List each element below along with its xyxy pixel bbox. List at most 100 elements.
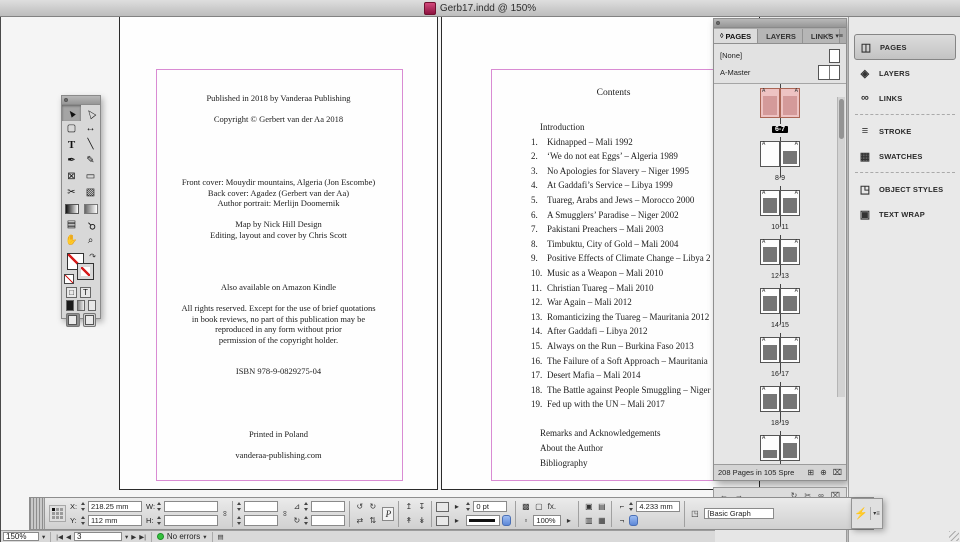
stroke-style-stepper[interactable]	[502, 515, 511, 526]
type-tool[interactable]: T	[62, 137, 81, 153]
corner-radius-stepper[interactable]	[629, 502, 634, 511]
rotate-cw-icon[interactable]: ↻	[367, 501, 378, 512]
stroke-weight-stepper[interactable]	[466, 502, 471, 511]
flip-vertical-icon[interactable]: ⇅	[367, 515, 378, 526]
dock-item-layers[interactable]: ◈LAYERS	[854, 61, 956, 85]
page-copyright[interactable]: Published in 2018 by Vanderaa Publishing…	[119, 17, 438, 490]
frame-tool[interactable]: ⊠	[62, 169, 81, 185]
dock-item-text-wrap[interactable]: ▣TEXT WRAP	[854, 202, 956, 226]
scale-y-stepper[interactable]	[237, 516, 242, 525]
quick-apply-icon[interactable]: ⚡	[852, 507, 871, 520]
panel-close-icon[interactable]	[64, 98, 68, 102]
free-transform-tool[interactable]: ▧	[81, 185, 100, 201]
pages-panel-header[interactable]	[714, 19, 846, 28]
pencil-tool[interactable]: ✎	[81, 153, 100, 169]
first-page-icon[interactable]: |◀	[56, 533, 63, 541]
copyright-text-frame[interactable]: Published in 2018 by Vanderaa Publishing…	[120, 72, 437, 461]
spread-item[interactable]: 16-17	[745, 337, 815, 381]
y-position-field[interactable]: 112 mm	[88, 515, 142, 526]
select-next-object-icon[interactable]: ↡	[416, 515, 427, 526]
page-tool[interactable]: ▢	[62, 121, 81, 137]
zoom-menu-icon[interactable]: ▾	[42, 533, 45, 541]
apply-color-button[interactable]	[66, 300, 74, 311]
height-field[interactable]	[164, 515, 218, 526]
shear-field[interactable]	[311, 501, 345, 512]
x-position-field[interactable]: 218.25 mm	[88, 501, 142, 512]
select-container-icon[interactable]: ↥	[403, 501, 414, 512]
dock-item-pages[interactable]: ◫PAGES	[854, 34, 956, 60]
apply-none-button[interactable]	[88, 300, 96, 311]
master-none[interactable]: [None]	[718, 47, 842, 64]
scissors-tool[interactable]: ✂	[62, 185, 81, 201]
stroke-swatch-none[interactable]	[77, 263, 94, 280]
no-text-wrap-icon[interactable]: ▣	[583, 501, 594, 512]
scrollbar-thumb[interactable]	[839, 99, 844, 139]
opacity-field[interactable]: 100%	[533, 515, 561, 526]
rectangle-tool[interactable]: ▭	[81, 169, 100, 185]
spread-item[interactable]: 14-15	[745, 288, 815, 332]
eyedropper-tool[interactable]: ⚲	[81, 217, 100, 233]
zoom-level-field[interactable]: 150%	[3, 532, 39, 541]
y-stepper[interactable]	[81, 516, 86, 525]
fill-swatch-menu-icon[interactable]: ▸	[451, 515, 462, 526]
fill-color-swatch[interactable]	[436, 516, 449, 526]
transparency-icon[interactable]: ▢	[533, 501, 544, 512]
default-fill-stroke-icon[interactable]	[64, 274, 74, 284]
wrap-object-shape-icon[interactable]: ▥	[583, 515, 594, 526]
rotation-stepper[interactable]	[304, 516, 309, 525]
select-content-icon[interactable]: ↧	[416, 501, 427, 512]
window-titlebar[interactable]: Gerb17.indd @ 150%	[0, 0, 960, 17]
swap-fill-stroke-icon[interactable]: ↷	[89, 252, 96, 261]
spread-item[interactable]: 18-19	[745, 386, 815, 430]
window-resize-grip[interactable]	[949, 531, 959, 541]
last-page-icon[interactable]: ▶|	[139, 533, 146, 541]
spread-item[interactable]: 6-7	[745, 88, 815, 136]
spread-item[interactable]: 12-13	[745, 239, 815, 283]
wrap-bounding-box-icon[interactable]: ▤	[596, 501, 607, 512]
preflight-menu-icon[interactable]: ▾	[203, 533, 206, 541]
next-page-icon[interactable]: ▶	[131, 533, 136, 541]
spread-item[interactable]: 10-11	[745, 190, 815, 234]
scale-x-field[interactable]	[244, 501, 278, 512]
height-stepper[interactable]	[157, 516, 162, 525]
formatting-affects-container-icon[interactable]: □	[66, 287, 77, 298]
panel-tab[interactable]: ◊PAGES	[714, 29, 758, 43]
tools-panel-header[interactable]	[62, 96, 100, 105]
page-number-field[interactable]: 3	[74, 532, 122, 541]
corner-shape-stepper[interactable]	[629, 515, 638, 526]
apply-gradient-button[interactable]	[77, 300, 85, 311]
new-spread-icon[interactable]: ⊞	[807, 468, 814, 477]
reference-point-proxy[interactable]	[49, 505, 66, 522]
direct-selection-tool[interactable]: △	[81, 105, 100, 121]
new-page-icon[interactable]: ⊕	[820, 468, 827, 477]
gradient-feather-tool[interactable]	[81, 201, 100, 217]
dock-item-links[interactable]: ∞LINKS	[854, 86, 956, 110]
spread-item[interactable]: 20-21	[745, 435, 815, 464]
rotate-ccw-icon[interactable]: ↺	[354, 501, 365, 512]
constrain-dimensions-icon[interactable]: ∞	[220, 511, 229, 517]
scale-x-stepper[interactable]	[237, 502, 242, 511]
panel-drag-handle[interactable]	[30, 498, 45, 529]
panel-close-icon[interactable]	[716, 21, 720, 25]
dock-item-stroke[interactable]: ≡STROKE	[854, 119, 956, 143]
rotation-field[interactable]	[311, 515, 345, 526]
line-tool[interactable]: ╲	[81, 137, 100, 153]
stroke-weight-field[interactable]: 0 pt	[473, 501, 507, 512]
width-field[interactable]	[164, 501, 218, 512]
collapse-panel-icon[interactable]: »	[827, 32, 831, 40]
preview-mode-button[interactable]	[83, 313, 97, 327]
panel-menu-icon[interactable]: ▾≡	[871, 510, 882, 517]
shear-stepper[interactable]	[304, 502, 309, 511]
opacity-menu-icon[interactable]: ▸	[563, 515, 574, 526]
effects-menu-icon[interactable]: fx.	[546, 501, 557, 512]
stroke-swatch-menu-icon[interactable]: ▸	[451, 501, 462, 512]
stroke-style-dropdown[interactable]	[466, 515, 500, 526]
constrain-scale-icon[interactable]: ∞	[280, 511, 289, 517]
drop-shadow-icon[interactable]: ▩	[520, 501, 531, 512]
x-stepper[interactable]	[81, 502, 86, 511]
delete-page-icon[interactable]: ⌧	[833, 468, 842, 477]
flip-horizontal-icon[interactable]: ⇄	[354, 515, 365, 526]
pen-tool[interactable]: ✒	[62, 153, 81, 169]
previous-page-icon[interactable]: ◀	[66, 533, 71, 541]
jump-object-icon[interactable]: ▦	[596, 515, 607, 526]
